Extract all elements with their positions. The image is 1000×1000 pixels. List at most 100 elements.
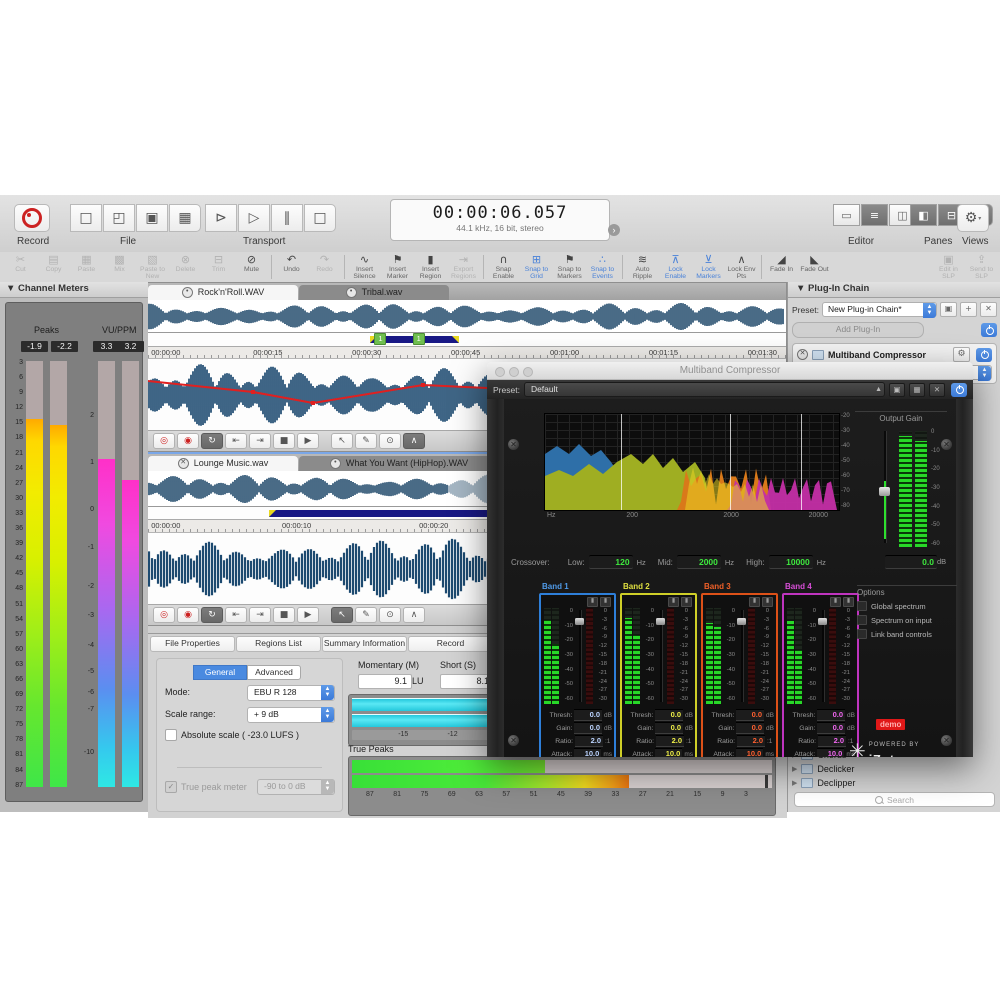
bottom-panel-tab[interactable]: File Properties xyxy=(150,636,235,652)
action-button[interactable]: ∴Snap to Events xyxy=(586,252,619,282)
spectrum-display[interactable] xyxy=(544,413,840,511)
thresh-field[interactable]: 0.0 xyxy=(817,709,845,721)
mini-transport-button[interactable]: ⇥ xyxy=(249,433,271,449)
plugin-search-field[interactable]: Search xyxy=(794,792,995,807)
ratio-field[interactable]: 2.0 xyxy=(737,735,765,747)
action-button[interactable]: ▤Copy xyxy=(37,252,70,282)
action-button[interactable]: ⊟Trim xyxy=(202,252,235,282)
led-button-icon[interactable] xyxy=(857,615,867,625)
gain-field[interactable]: 0.0 xyxy=(736,722,764,734)
action-button[interactable]: ◢Fade In xyxy=(765,252,798,282)
stepper-icon[interactable]: ▲▼ xyxy=(978,366,991,381)
record-button[interactable] xyxy=(14,204,50,232)
action-button[interactable]: ▧Paste to New xyxy=(136,252,169,282)
attack-field[interactable]: 10.0 xyxy=(655,748,682,757)
bottom-panel-tab[interactable]: Record xyxy=(408,636,493,652)
action-button[interactable]: ⊞Snap to Grid xyxy=(520,252,553,282)
slp-button[interactable]: ▣Edit in SLP xyxy=(932,252,965,282)
segment-button[interactable]: Advanced xyxy=(247,665,301,680)
action-button[interactable]: ⚑Snap to Markers xyxy=(553,252,586,282)
ratio-field[interactable]: 2.0 xyxy=(575,735,603,747)
bottom-panel-tab[interactable]: Regions List xyxy=(236,636,321,652)
band-bypass-icon[interactable]: ▮ xyxy=(681,597,692,607)
delete-preset-button[interactable]: ✕ xyxy=(929,383,945,397)
time-options-button[interactable]: › xyxy=(608,224,620,236)
time-display[interactable]: 00:00:06.057 44.1 kHz, 16 bit, stereo › xyxy=(390,199,610,241)
band-threshold-fader[interactable] xyxy=(737,608,746,704)
band-solo-icon[interactable]: ▮ xyxy=(749,597,760,607)
gain-field[interactable]: 0.0 xyxy=(574,722,602,734)
led-button-icon[interactable] xyxy=(857,629,867,639)
action-button[interactable]: ∩Snap Enable xyxy=(487,252,520,282)
action-button[interactable]: ⊗Delete xyxy=(169,252,202,282)
stepper-icon[interactable]: ▲▼ xyxy=(321,685,334,700)
marker-flag[interactable]: 1 xyxy=(374,333,386,345)
mini-transport-button[interactable]: ▶ xyxy=(297,433,319,449)
fader-handle-icon[interactable] xyxy=(737,618,746,625)
mini-transport-button[interactable]: ◎ xyxy=(153,607,175,623)
output-gain-field[interactable]: 0.0 xyxy=(885,555,937,569)
action-button[interactable]: ∧Lock Env Pts xyxy=(725,252,758,282)
thresh-field[interactable]: 0.0 xyxy=(574,709,602,721)
time-ruler[interactable]: 00:00:0000:00:1500:00:3000:00:4500:01:00… xyxy=(148,347,786,360)
mini-transport-button[interactable]: ▶ xyxy=(297,607,319,623)
mini-transport-button[interactable]: ⇤ xyxy=(225,607,247,623)
tab-close-icon[interactable]: • xyxy=(346,287,357,298)
remove-plugin-icon[interactable]: ✕ xyxy=(797,349,808,360)
tab-close-icon[interactable]: ✕ xyxy=(178,458,189,469)
action-button[interactable]: ≋Auto Ripple xyxy=(626,252,659,282)
attack-field[interactable]: 10.0 xyxy=(817,748,844,757)
plugin-chain-header[interactable]: ▼ Plug-In Chain xyxy=(788,282,1000,298)
disclosure-triangle-icon[interactable]: ▶ xyxy=(792,765,797,773)
action-button[interactable]: ▦Paste xyxy=(70,252,103,282)
band-bypass-icon[interactable]: ▮ xyxy=(600,597,611,607)
absolute-scale-checkbox[interactable] xyxy=(165,729,177,741)
action-button[interactable]: ⊼Lock Enable xyxy=(659,252,692,282)
scale-range-select[interactable]: + 9 dB▲▼ xyxy=(247,707,335,723)
fader-handle-icon[interactable] xyxy=(575,618,584,625)
true-peak-checkbox[interactable]: ✓ xyxy=(165,781,177,793)
option-toggle[interactable]: Global spectrum xyxy=(857,601,957,611)
band-solo-icon[interactable]: ▮ xyxy=(668,597,679,607)
attack-field[interactable]: 10.0 xyxy=(736,748,763,757)
save-chain-button[interactable]: ▣ xyxy=(940,302,957,317)
band-threshold-fader[interactable] xyxy=(656,608,665,704)
action-button[interactable]: ⇥Export Regions xyxy=(447,252,480,282)
action-button[interactable]: ⚑Insert Marker xyxy=(381,252,414,282)
plugin-bypass-power-button[interactable] xyxy=(951,383,967,397)
tab-rocknroll[interactable]: •Rock'n'Roll.WAV xyxy=(148,285,298,300)
edit-tool-button[interactable]: ✎ xyxy=(355,433,377,449)
mini-transport-button[interactable]: ◉ xyxy=(177,607,199,623)
chain-preset-select[interactable]: New Plug-in Chain*▲▼ xyxy=(822,302,937,317)
chain-power-button[interactable] xyxy=(981,323,997,337)
action-button[interactable] xyxy=(622,255,623,279)
fader-handle-icon[interactable] xyxy=(879,487,890,496)
edit-tool-button[interactable]: ↖ xyxy=(331,607,353,623)
crossover-line-mid[interactable] xyxy=(730,414,731,510)
marker-strip[interactable]: 11 xyxy=(148,333,786,347)
attack-field[interactable]: 10.0 xyxy=(574,748,601,757)
band-bypass-icon[interactable]: ▮ xyxy=(762,597,773,607)
crossover-line-low[interactable] xyxy=(621,414,622,510)
minimize-window-button[interactable] xyxy=(509,367,519,377)
crossover-mid-field[interactable]: 2000 xyxy=(677,555,721,569)
stepper-icon[interactable]: ▲▼ xyxy=(923,303,936,318)
plugin-list-item[interactable]: ▶Declipper xyxy=(792,776,997,790)
ratio-field[interactable]: 2.0 xyxy=(818,735,846,747)
edit-tool-button[interactable]: ⊙ xyxy=(379,433,401,449)
action-button[interactable]: ⊻Lock Markers xyxy=(692,252,725,282)
mini-transport-button[interactable]: ⇥ xyxy=(249,607,271,623)
add-plugin-button[interactable]: Add Plug-In xyxy=(792,322,924,338)
action-button[interactable]: ↷Redo xyxy=(308,252,341,282)
save-preset-as-button[interactable]: ▦ xyxy=(909,383,925,397)
stepper-icon[interactable]: ▲▼ xyxy=(321,707,334,722)
option-toggle[interactable]: Link band controls xyxy=(857,629,957,639)
zoom-window-button[interactable] xyxy=(523,367,533,377)
plugin-preset-select[interactable]: Default▲▼ xyxy=(524,382,885,397)
action-button[interactable]: ◣Fade Out xyxy=(798,252,831,282)
overview-waveform[interactable] xyxy=(148,300,786,333)
option-toggle[interactable]: Spectrum on input xyxy=(857,615,957,625)
ratio-field[interactable]: 2.0 xyxy=(656,735,684,747)
action-button[interactable] xyxy=(483,255,484,279)
action-button[interactable]: ↶Undo xyxy=(275,252,308,282)
